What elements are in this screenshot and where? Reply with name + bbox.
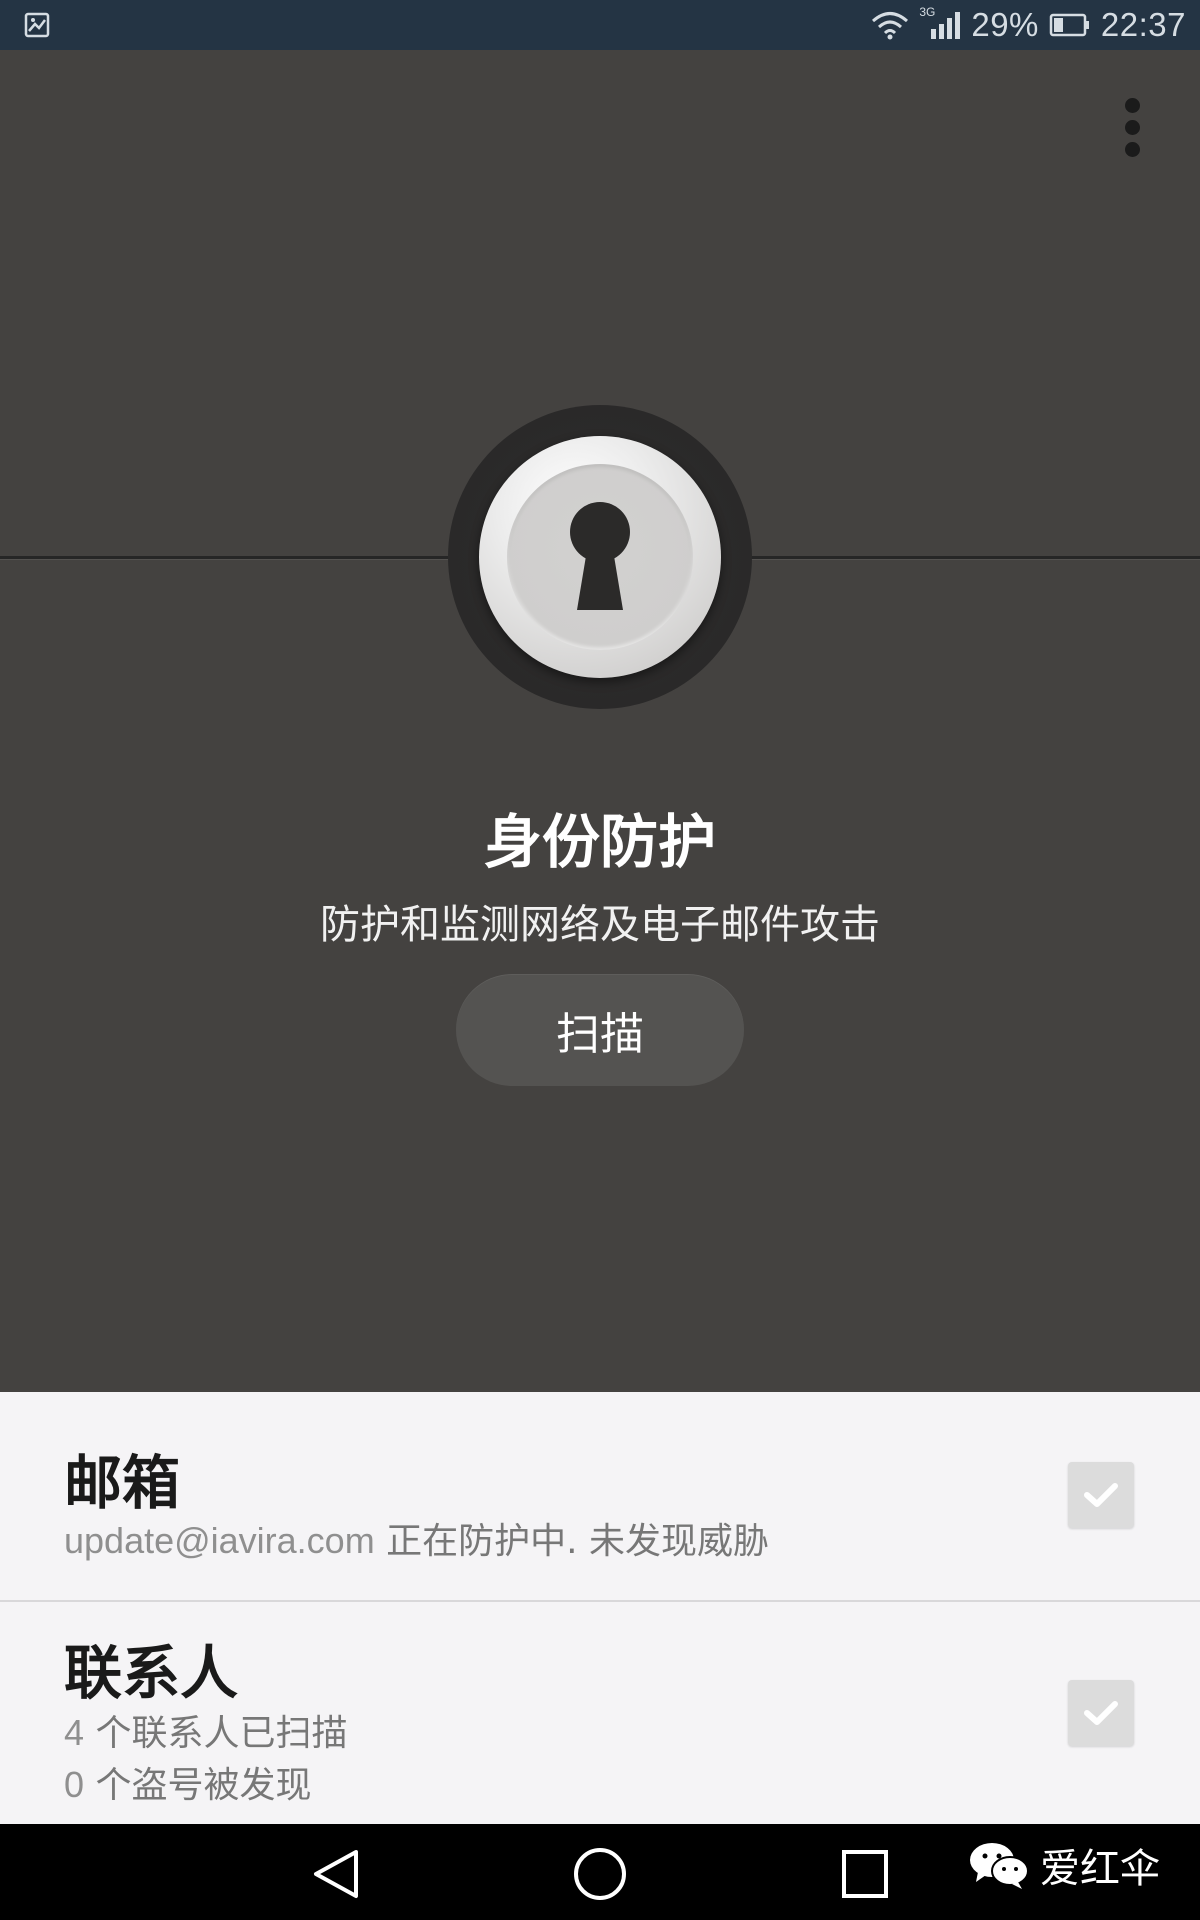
mailbox-status: update@iavira.com 正在防护中. 未发现威胁 <box>64 1512 769 1564</box>
mailbox-checkbox[interactable] <box>1068 1462 1134 1528</box>
recents-icon[interactable] <box>835 1846 895 1902</box>
contacts-found: 0 个盗号被发现 <box>64 1756 311 1808</box>
contacts-checkbox[interactable] <box>1068 1680 1134 1746</box>
image-notification-icon <box>24 12 50 38</box>
lock-keyhole-icon <box>570 502 630 610</box>
watermark-text: 爱红伞 <box>1040 1846 1160 1892</box>
status-icons: 3G 29% 22:37 <box>871 0 1186 50</box>
contacts-scanned: 4 个联系人已扫描 <box>64 1704 347 1756</box>
contacts-scanned-text: 个联系人已扫描 <box>84 1713 348 1754</box>
contacts-scanned-count: 4 <box>64 1712 85 1753</box>
list-item-contacts[interactable]: 联系人 4 个联系人已扫描 0 个盗号被发现 <box>0 1602 1200 1824</box>
mailbox-email: update@iavira.com <box>64 1520 375 1561</box>
wechat-icon <box>970 1843 1029 1889</box>
identity-protection-panel: 身份防护 防护和监测网络及电子邮件攻击 扫描 <box>0 50 1200 1392</box>
watermark: 爱红伞 <box>968 1836 1160 1894</box>
home-icon[interactable] <box>570 1846 630 1902</box>
signal-icon: 3G <box>919 5 961 41</box>
divider-right <box>750 556 1200 559</box>
list-item-mailbox[interactable]: 邮箱 update@iavira.com 正在防护中. 未发现威胁 <box>0 1392 1200 1602</box>
scan-button[interactable]: 扫描 <box>456 974 744 1086</box>
battery-icon <box>1049 13 1089 37</box>
contacts-title: 联系人 <box>64 1639 239 1707</box>
lock-emblem <box>448 405 752 709</box>
divider-left <box>0 556 450 559</box>
check-icon <box>1084 1701 1118 1725</box>
battery-percent: 29% <box>971 6 1039 43</box>
navigation-bar: 爱红伞 <box>0 1824 1200 1920</box>
more-vert-icon[interactable] <box>1112 94 1152 174</box>
wifi-icon <box>872 12 909 40</box>
check-icon <box>1084 1483 1118 1507</box>
status-bar: 3G 29% 22:37 <box>0 0 1200 50</box>
contacts-found-text: 个盗号被发现 <box>84 1765 312 1806</box>
contacts-found-count: 0 <box>64 1764 85 1805</box>
page-subtitle: 防护和监测网络及电子邮件攻击 <box>320 902 880 948</box>
back-icon[interactable] <box>306 1846 366 1902</box>
mailbox-status-text: 正在防护中. 未发现威胁 <box>374 1521 770 1562</box>
mailbox-title: 邮箱 <box>64 1449 181 1517</box>
protection-list: 邮箱 update@iavira.com 正在防护中. 未发现威胁 联系人 4 … <box>0 1392 1200 1824</box>
clock: 22:37 <box>1100 6 1186 43</box>
page-title: 身份防护 <box>483 808 716 876</box>
